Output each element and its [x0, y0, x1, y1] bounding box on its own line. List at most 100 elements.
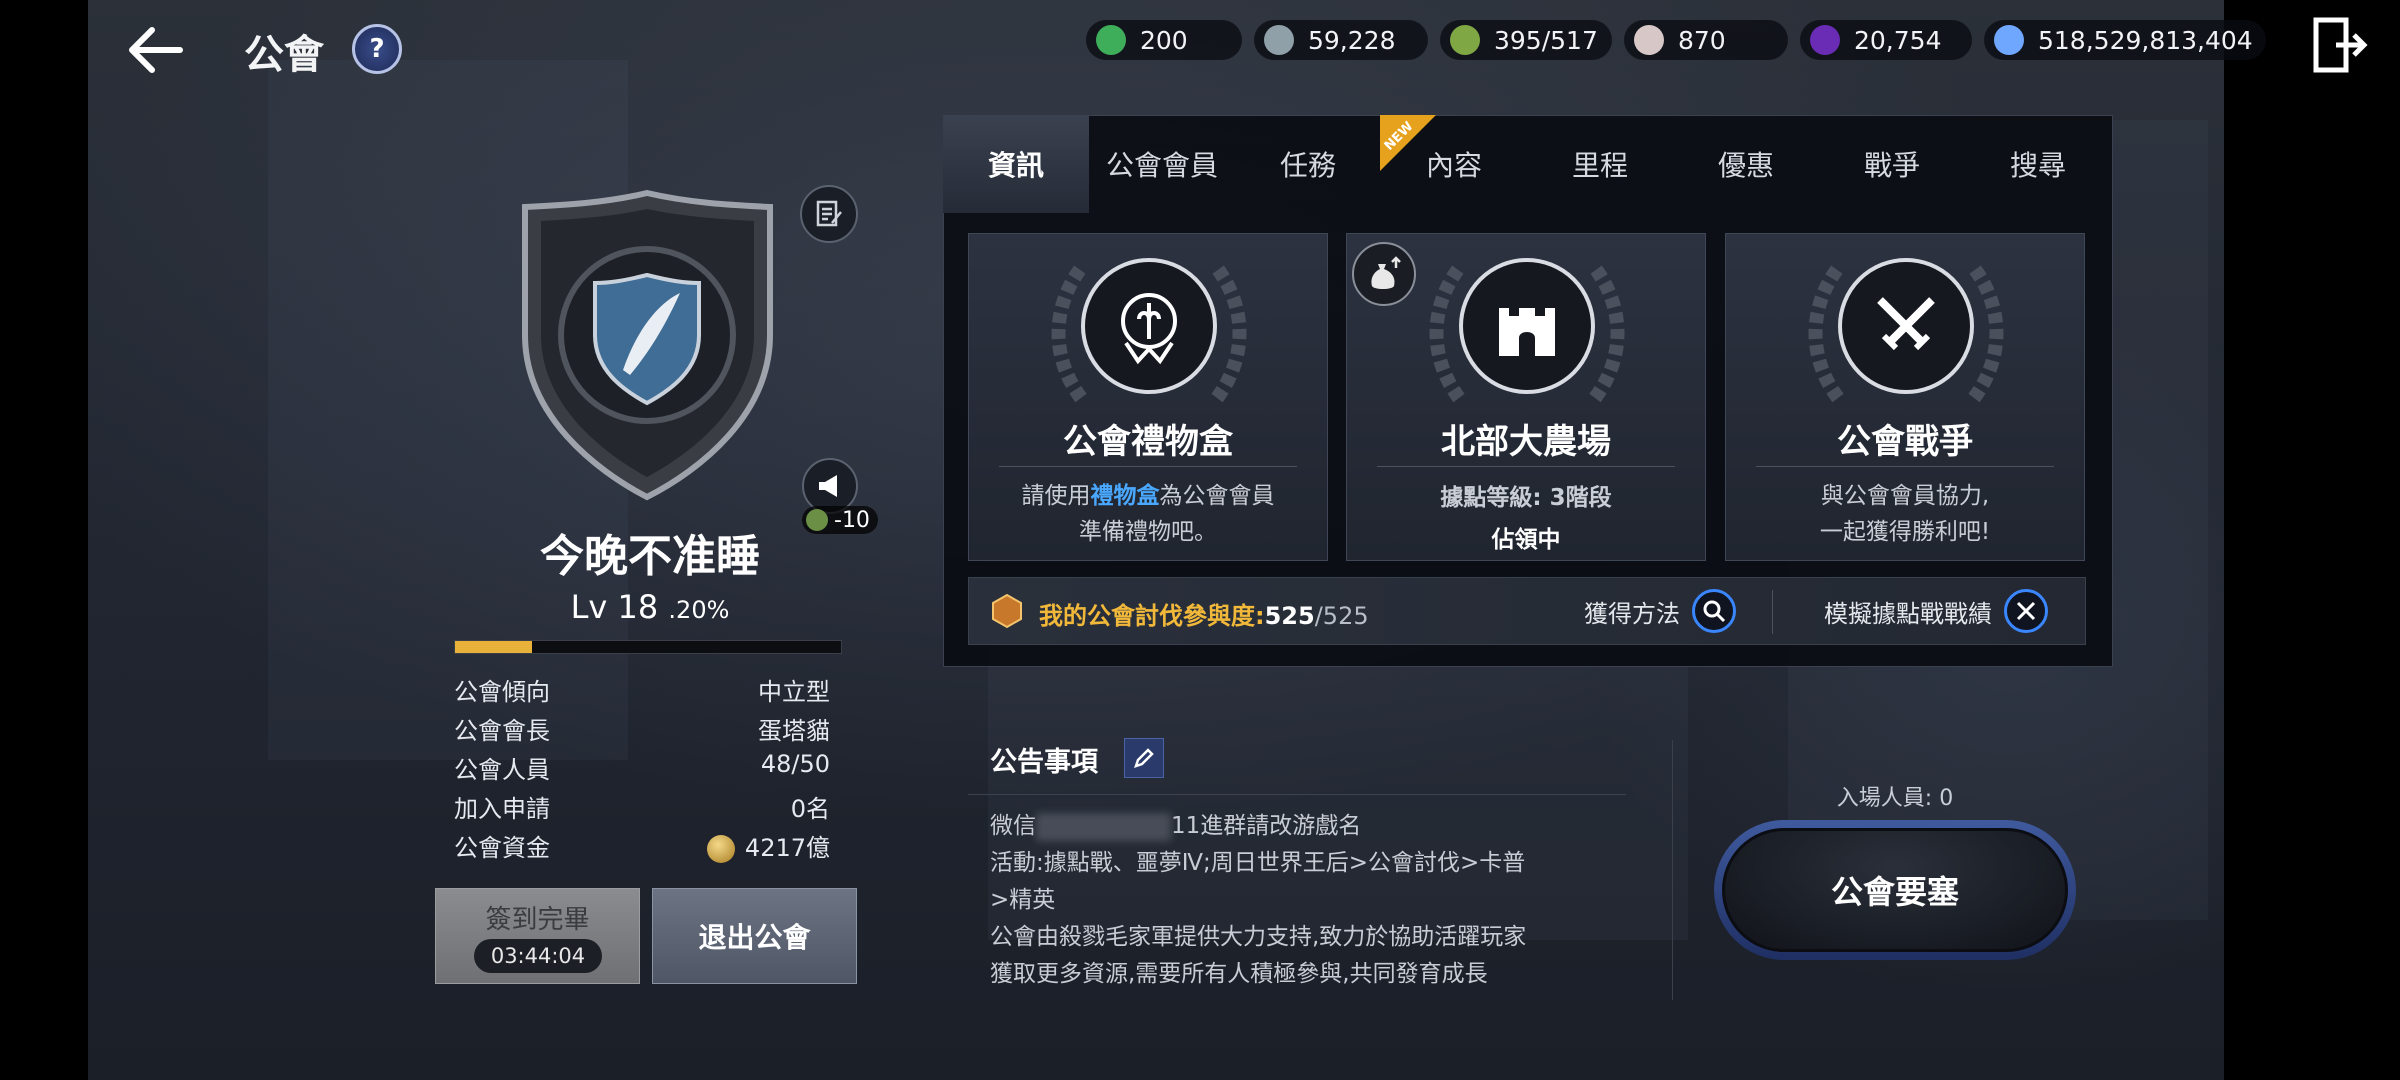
currency-s-coin: 518,529,813,404: [1984, 20, 2266, 60]
help-button[interactable]: ?: [352, 24, 402, 74]
card-divider: [999, 466, 1297, 467]
currency-value: 200: [1140, 25, 1188, 55]
farm-level: 據點等級: 3階段: [1440, 485, 1612, 511]
stat-label: 公會人員: [454, 756, 550, 784]
guild-fortress-button[interactable]: 公會要塞: [1714, 820, 2076, 960]
notice-edit-button[interactable]: [1124, 738, 1164, 778]
money-bag-up-icon: [1371, 256, 1401, 289]
exit-door-icon: [2313, 17, 2368, 73]
guild-name: 今晚不准睡: [540, 531, 760, 582]
currency-purple-orb: 20,754: [1800, 20, 1972, 60]
redacted-block: [1036, 812, 1171, 841]
xp-progress-fill: [455, 641, 533, 653]
currency-value: 870: [1678, 25, 1726, 55]
stat-label: 公會資金: [454, 834, 550, 862]
checkin-label: 簽到完畢: [485, 905, 590, 935]
currency-value: 518,529,813,404: [2038, 25, 2253, 55]
help-book-icon: ?: [369, 34, 385, 64]
green-m-coin-icon: [1096, 25, 1126, 55]
page-title: 公會: [244, 32, 324, 78]
crossed-swords-icon: [1877, 297, 1935, 351]
stat-row-funds: 公會資金 4217億: [454, 828, 830, 863]
tab-quests[interactable]: 任務: [1235, 115, 1381, 213]
upgrade-bag-button[interactable]: [1352, 242, 1416, 306]
stat-value: 中立型: [758, 678, 830, 706]
silver-emblem-coin-icon: [1264, 25, 1294, 55]
magnifier-icon: [1692, 589, 1736, 633]
card-desc-highlight: 禮物盒: [1090, 483, 1160, 509]
back-button[interactable]: [120, 20, 190, 80]
megaphone-icon: [819, 475, 837, 497]
orange-hex-badge-icon: [992, 593, 1022, 629]
vertical-divider: [1672, 740, 1673, 1000]
how-to-get-button[interactable]: 獲得方法: [1584, 588, 1736, 634]
notice-line-5: 獲取更多資源,需要所有人積極參與,共同發育成長: [990, 961, 1488, 987]
tab-war[interactable]: 戰爭: [1819, 115, 1965, 213]
gold-coin-icon: [706, 835, 735, 863]
back-arrow-icon: [129, 27, 183, 73]
pencil-icon: [1134, 748, 1154, 768]
card-desc-line1: 與公會會員協力,: [1820, 483, 1990, 509]
tab-milestone[interactable]: 里程: [1527, 115, 1673, 213]
card-desc-line1: 請使用禮物盒為公會會員: [969, 476, 1327, 510]
currency-green-medal: 395/517: [1440, 20, 1612, 60]
pearl-icon: [1634, 25, 1664, 55]
notice-line-2: 活動:據點戰、噩夢Ⅳ;周日世界王后>公會討伐>卡普: [990, 850, 1526, 876]
simulate-battle-record-button[interactable]: 模擬據點戰戰績: [1824, 588, 2048, 634]
how-to-get-label: 獲得方法: [1584, 599, 1680, 628]
participation-max: /525: [1314, 602, 1369, 630]
guild-level-text: Lv 18: [570, 588, 659, 626]
funds-value: 4217億: [744, 834, 830, 862]
tab-info[interactable]: 資訊: [943, 115, 1089, 213]
card-guild-war[interactable]: 公會戰爭 與公會會員協力, 一起獲得勝利吧!: [1725, 233, 2085, 561]
stat-label: 加入申請: [454, 795, 550, 823]
guild-level-percent: .20%: [668, 596, 730, 624]
leave-guild-button[interactable]: 退出公會: [652, 888, 857, 984]
card-desc-line2: 一起獲得勝利吧!: [1819, 519, 1991, 545]
exit-button[interactable]: [2310, 14, 2368, 76]
card-desc-text: 為公會會員: [1159, 483, 1275, 509]
guild-level: Lv 18 .20%: [440, 588, 860, 626]
stat-value: 蛋塔貓: [758, 717, 830, 745]
currency-value: 59,228: [1308, 25, 1396, 55]
tab-search[interactable]: 搜尋: [1965, 115, 2111, 213]
card-desc-line2: 準備禮物吧。: [1079, 519, 1217, 545]
card-desc-text: 請使用: [1021, 483, 1091, 509]
currency-value: 395/517: [1494, 25, 1598, 55]
stat-value: 0名: [790, 795, 830, 823]
checkin-button[interactable]: 簽到完畢 03:44:04: [435, 888, 640, 984]
card-guild-gift-box[interactable]: 公會禮物盒 請使用禮物盒為公會會員 準備禮物吧。: [968, 233, 1328, 561]
card-divider: [1756, 466, 2054, 467]
tab-perks[interactable]: 優惠: [1673, 115, 1819, 213]
notes-icon: [816, 200, 842, 227]
tab-members[interactable]: 公會會員: [1089, 115, 1235, 213]
fleur-de-lis-badge-icon: [1121, 293, 1177, 365]
edit-notes-button[interactable]: [800, 185, 858, 243]
purple-orb-icon: [1810, 25, 1840, 55]
notice-text: 微信: [990, 813, 1036, 839]
stat-row-applications: 加入申請 0名: [454, 789, 830, 823]
farm-status: 佔領中: [1491, 527, 1561, 553]
stat-row-tendency: 公會傾向 中立型: [454, 672, 830, 706]
notice-line-1: 微信 11進群請改游戲名: [990, 808, 1610, 845]
war-medal: [1838, 258, 1974, 394]
currency-value: 20,754: [1854, 25, 1942, 55]
notice-text: 11進群請改游戲名: [1171, 813, 1362, 839]
notice-line-4: 公會由殺戮毛家軍提供大力支持,致力於協助活躍玩家: [990, 924, 1527, 950]
participation-label: 我的公會討伐參與度:525/525: [1039, 596, 1369, 631]
participation-label-text: 我的公會討伐參與度:: [1039, 602, 1265, 630]
stat-label: 公會會長: [454, 717, 550, 745]
notice-title: 公告事項: [990, 747, 1098, 778]
card-title: 北部大農場: [1441, 422, 1611, 462]
guild-emblem: [505, 185, 790, 505]
entry-count: 入場人員: 0: [1836, 786, 1954, 811]
shield-wing-icon: [522, 189, 773, 501]
new-badge: NEW: [1380, 115, 1436, 171]
farm-medal: [1459, 258, 1595, 394]
row-divider: [1772, 590, 1773, 634]
notice-line-3: >精英: [990, 887, 1056, 913]
checkin-timer: 03:44:04: [474, 939, 602, 973]
stat-row-leader: 公會會長 蛋塔貓: [454, 711, 830, 745]
stat-row-members: 公會人員 48/50: [454, 750, 830, 784]
notice-body: 微信 11進群請改游戲名 活動:據點戰、噩夢Ⅳ;周日世界王后>公會討伐>卡普 >精…: [990, 808, 1610, 993]
